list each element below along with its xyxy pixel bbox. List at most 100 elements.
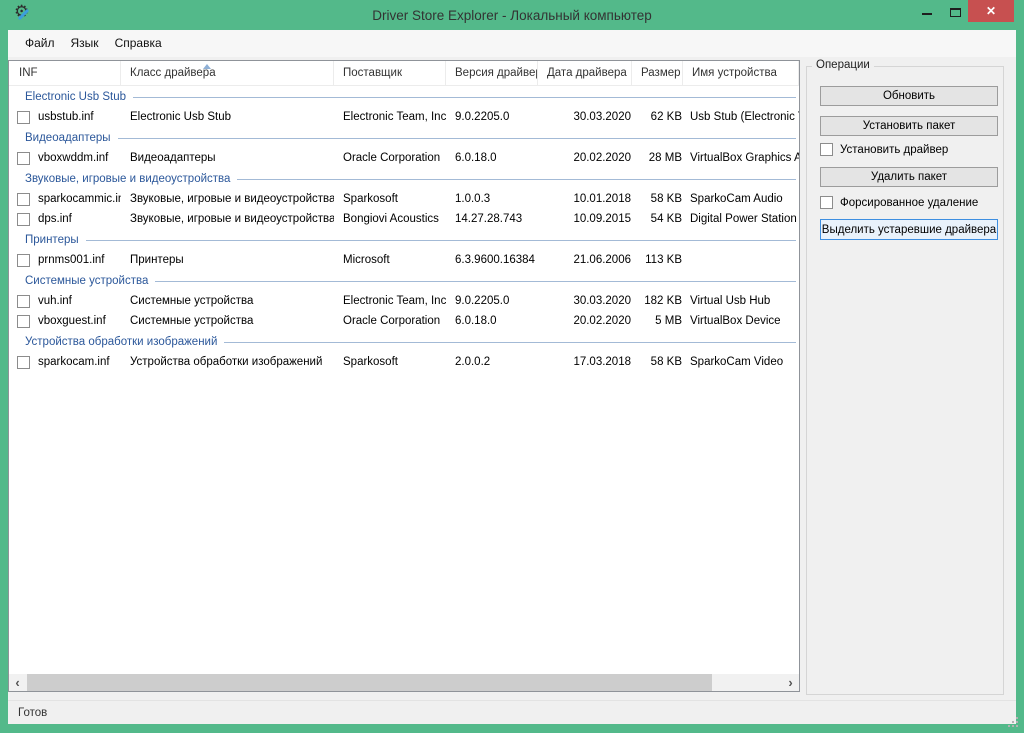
maximize-button[interactable] [942, 0, 968, 22]
menu-item-2[interactable]: Справка [107, 33, 170, 54]
cell-date: 17.03.2018 [538, 352, 632, 372]
scroll-left-button[interactable]: ‹ [9, 674, 26, 691]
inf-filename: vboxguest.inf [38, 315, 106, 327]
column-header-device-name[interactable]: Имя устройства [683, 61, 799, 85]
column-header-vendor[interactable]: Поставщик [334, 61, 446, 85]
cell-vendor: Sparkosoft [334, 189, 446, 209]
cell-inf: dps.inf [9, 209, 121, 229]
operations-title: Операции [812, 59, 874, 71]
column-header-version[interactable]: Версия драйвера [446, 61, 538, 85]
cell-device: SparkoCam Video [683, 352, 799, 372]
driver-row[interactable]: sparkocammic.infЗвуковые, игровые и виде… [9, 189, 799, 209]
title-bar: ⚙ Driver Store Explorer - Локальный комп… [0, 0, 1024, 30]
cell-date: 10.09.2015 [538, 209, 632, 229]
cell-device: Virtual Usb Hub [683, 291, 799, 311]
inf-filename: prnms001.inf [38, 254, 104, 266]
cell-size: 54 KB [632, 209, 683, 229]
driver-row[interactable]: sparkocam.infУстройства обработки изобра… [9, 352, 799, 372]
group-header-line [224, 342, 796, 343]
cell-inf: sparkocam.inf [9, 352, 121, 372]
column-header-driver-class[interactable]: Класс драйвера [121, 61, 334, 85]
delete-package-button[interactable]: Удалить пакет [820, 167, 998, 187]
row-checkbox[interactable] [17, 254, 30, 267]
cell-device [683, 250, 799, 270]
select-old-drivers-button[interactable]: Выделить устаревшие драйвера [820, 219, 998, 240]
group-header: Системные устройства [9, 271, 799, 291]
group-header-line [155, 281, 796, 282]
cell-inf: sparkocammic.inf [9, 189, 121, 209]
row-checkbox[interactable] [17, 213, 30, 226]
cell-class: Electronic Usb Stub [121, 107, 334, 127]
scrollbar-thumb[interactable] [27, 674, 712, 691]
row-checkbox[interactable] [17, 315, 30, 328]
column-header-size[interactable]: Размер [632, 61, 683, 85]
cell-size: 28 MB [632, 148, 683, 168]
cell-date: 20.02.2020 [538, 311, 632, 331]
driver-row[interactable]: usbstub.infElectronic Usb StubElectronic… [9, 107, 799, 127]
driver-row[interactable]: vuh.infСистемные устройстваElectronic Te… [9, 291, 799, 311]
cell-size: 5 MB [632, 311, 683, 331]
group-header-line [133, 97, 796, 98]
refresh-button[interactable]: Обновить [820, 86, 998, 106]
sort-ascending-icon [203, 64, 211, 69]
column-header-inf[interactable]: INF [9, 61, 121, 85]
close-button[interactable]: ✕ [968, 0, 1014, 22]
driver-row[interactable]: vboxwddm.inf ВидеоадаптерыOracle Corporat… [9, 148, 799, 168]
driver-row[interactable]: prnms001.infПринтерыMicrosoft6.3.9600.16… [9, 250, 799, 270]
cell-size: 113 KB [632, 250, 683, 270]
resize-grip-icon[interactable] [1008, 717, 1010, 719]
row-checkbox[interactable] [17, 356, 30, 369]
cell-class: Системные устройства [121, 291, 334, 311]
group-header: Принтеры [9, 230, 799, 250]
cell-class: Видеоадаптеры [121, 148, 334, 168]
cell-size: 58 KB [632, 189, 683, 209]
row-checkbox[interactable] [17, 193, 30, 206]
install-driver-checkbox[interactable]: Установить драйвер [820, 142, 948, 157]
force-delete-checkbox-label: Форсированное удаление [840, 197, 978, 209]
cell-version: 2.0.0.2 [446, 352, 538, 372]
cell-date: 21.06.2006 [538, 250, 632, 270]
cell-inf: prnms001.inf [9, 250, 121, 270]
cell-date: 30.03.2020 [538, 107, 632, 127]
cell-inf: vuh.inf [9, 291, 121, 311]
group-header-line [118, 138, 796, 139]
cell-vendor: Sparkosoft [334, 352, 446, 372]
menu-item-1[interactable]: Язык [63, 33, 107, 54]
cell-class: Устройства обработки изображений [121, 352, 334, 372]
menu-bar: ФайлЯзыкСправка [8, 30, 1016, 57]
row-checkbox[interactable] [17, 152, 30, 165]
window-title: Driver Store Explorer - Локальный компью… [0, 8, 1024, 23]
group-header-label: Устройства обработки изображений [25, 336, 217, 348]
group-header-label: Electronic Usb Stub [25, 91, 126, 103]
inf-filename: vboxwddm.inf [38, 152, 108, 164]
inf-filename: dps.inf [38, 213, 72, 225]
cell-vendor: Electronic Team, Inc. [334, 107, 446, 127]
inf-filename: sparkocammic.inf [38, 193, 121, 205]
driver-row[interactable]: vboxguest.infСистемные устройстваOracle … [9, 311, 799, 331]
scroll-right-button[interactable]: › [782, 674, 799, 691]
add-package-button[interactable]: Установить пакет [820, 116, 998, 136]
group-header-label: Видеоадаптеры [25, 132, 111, 144]
checkbox-icon [820, 196, 833, 209]
force-delete-checkbox[interactable]: Форсированное удаление [820, 195, 978, 210]
cell-version: 9.0.2205.0 [446, 107, 538, 127]
menu-item-0[interactable]: Файл [17, 33, 63, 54]
row-checkbox[interactable] [17, 295, 30, 308]
cell-version: 6.0.18.0 [446, 148, 538, 168]
group-header: Видеоадаптеры [9, 128, 799, 148]
cell-device: Usb Stub (Electronic T [683, 107, 799, 127]
horizontal-scrollbar[interactable]: ‹ › [9, 674, 799, 691]
cell-vendor: Electronic Team, Inc. [334, 291, 446, 311]
column-header-date[interactable]: Дата драйвера [538, 61, 632, 85]
driver-row[interactable]: dps.infЗвуковые, игровые и видеоустройст… [9, 209, 799, 229]
cell-device: Digital Power Station [683, 209, 799, 229]
minimize-button[interactable] [912, 0, 942, 22]
cell-device: VirtualBox Graphics Ad [683, 148, 799, 168]
cell-class: Принтеры [121, 250, 334, 270]
cell-vendor: Oracle Corporation [334, 148, 446, 168]
row-checkbox[interactable] [17, 111, 30, 124]
cell-size: 58 KB [632, 352, 683, 372]
driver-list: INF Класс драйвера Поставщик Версия драй… [8, 60, 800, 692]
list-body: Electronic Usb Stubusbstub.infElectronic… [9, 87, 799, 372]
maximize-icon [950, 8, 961, 17]
